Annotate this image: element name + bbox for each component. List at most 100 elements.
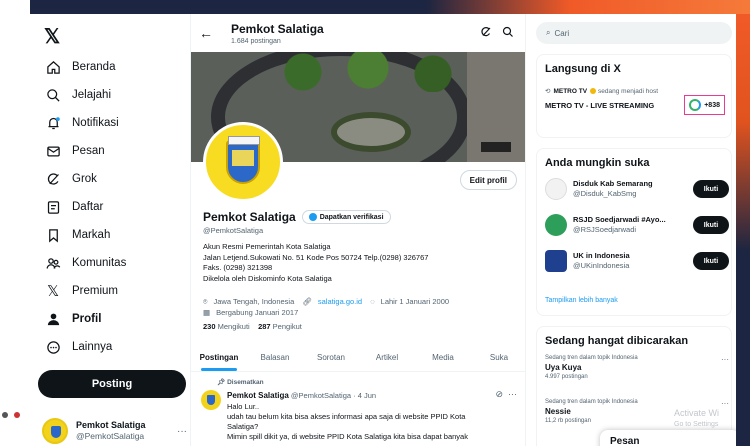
nav-label: Grok xyxy=(72,173,97,185)
more-icon[interactable]: ··· xyxy=(508,389,517,399)
grok-icon[interactable]: ⊘ xyxy=(495,389,503,399)
nav-item-pesan[interactable]: Pesan xyxy=(44,140,105,162)
get-verified-button[interactable]: Dapatkan verifikasi xyxy=(301,210,391,224)
bell-icon xyxy=(44,114,62,132)
post-meta: @PemkotSalatiga · 4 Jun xyxy=(290,391,377,400)
more-circle-icon xyxy=(44,338,62,356)
people-icon xyxy=(44,254,62,272)
bio-line: Akun Resmi Pemerintah Kota Salatiga xyxy=(203,242,331,251)
nav-item-profil[interactable]: Profil xyxy=(44,308,101,330)
post-line: Halo Lur.. xyxy=(227,402,260,411)
trends-card-title: Sedang hangat dibicarakan xyxy=(545,335,689,347)
nav-item-komunitas[interactable]: Komunitas xyxy=(44,252,126,274)
grok-icon[interactable] xyxy=(479,25,493,39)
profile-handle: @PemkotSalatiga xyxy=(203,226,264,235)
person-icon xyxy=(44,310,62,328)
page-title: Pemkot Salatiga xyxy=(231,22,324,36)
account-switcher[interactable]: Pemkot Salatiga @PemkotSalatiga ··· xyxy=(42,416,187,446)
tab-postingan[interactable]: Postingan xyxy=(191,344,247,371)
live-stream-title[interactable]: METRO TV - LIVE STREAMING xyxy=(545,101,654,110)
follow-button[interactable]: Ikuti xyxy=(693,252,729,270)
location-icon: ⌾ xyxy=(203,297,208,306)
post-line: udah tau belum kita bisa akses informasi… xyxy=(227,412,466,421)
post-line: Mimin spill dikit ya, di website PPID Ko… xyxy=(227,432,468,441)
avatar xyxy=(42,418,68,444)
post-actions: ⊘ ··· xyxy=(495,389,517,400)
followers-count: 287 xyxy=(258,322,271,331)
profile-joined: Bergabung Januari 2017 xyxy=(216,308,299,317)
live-card: Langsung di X ⟲ METRO TV sedang menjadi … xyxy=(536,54,732,138)
tab-suka[interactable]: Suka xyxy=(471,344,525,371)
profile-name-row: Pemkot Salatiga Dapatkan verifikasi xyxy=(203,210,391,224)
nav-item-daftar[interactable]: Daftar xyxy=(44,196,103,218)
bio-line: Faks. (0298) 321398 xyxy=(203,263,273,272)
back-arrow-icon[interactable]: ← xyxy=(199,25,213,41)
x-logo-icon[interactable]: 𝕏 xyxy=(44,24,60,49)
edit-profile-button[interactable]: Edit profil xyxy=(459,170,517,190)
tab-balasan[interactable]: Balasan xyxy=(247,344,303,371)
avatar[interactable] xyxy=(201,390,221,410)
nav-item-grok[interactable]: Grok xyxy=(44,168,97,190)
more-icon[interactable]: ··· xyxy=(721,399,729,408)
nav-label: Komunitas xyxy=(72,257,127,269)
x-logo-icon: 𝕏 xyxy=(46,283,60,300)
link-icon: 🔗︎ xyxy=(302,297,312,306)
follow-button[interactable]: Ikuti xyxy=(693,180,729,198)
trend-context: Sedang tren dalam topik Indonesia xyxy=(545,399,638,405)
bookmark-icon xyxy=(44,226,62,244)
activate-line: Go to Settings xyxy=(674,421,719,428)
post-button[interactable]: Posting xyxy=(38,370,186,398)
who-to-follow-card: Anda mungkin suka Disduk Kab Semarang @Di… xyxy=(536,148,732,316)
nav-label: Lainnya xyxy=(72,341,113,353)
pinned-label: 📌︎ Disematkan xyxy=(217,378,264,386)
suggestion-item[interactable]: UK in Indonesia @UKinIndonesia Ikuti xyxy=(545,245,729,277)
followers-link[interactable]: 287 Pengikut xyxy=(258,322,302,331)
suggestion-item[interactable]: Disduk Kab Semarang @Disduk_KabSmg Ikuti xyxy=(545,173,729,205)
follow-button[interactable]: Ikuti xyxy=(693,216,729,234)
more-icon[interactable]: ··· xyxy=(177,426,187,437)
search-icon[interactable] xyxy=(501,25,515,39)
tab-sorotan[interactable]: Sorotan xyxy=(303,344,359,371)
profile-name: Pemkot Salatiga xyxy=(203,210,296,224)
avatar xyxy=(545,214,567,236)
show-more-link[interactable]: Tampilkan lebih banyak xyxy=(545,297,618,304)
live-count-value: +838 xyxy=(704,101,720,109)
tab-artikel[interactable]: Artikel xyxy=(359,344,415,371)
messages-drawer[interactable]: Pesan xyxy=(600,430,736,446)
nav-label: Premium xyxy=(72,285,119,297)
outer-frame-right xyxy=(736,14,750,446)
live-host-name: METRO TV xyxy=(553,87,588,95)
nav-item-premium[interactable]: 𝕏 Premium xyxy=(44,280,118,302)
bio-line: Jalan Letjend.Sukowati No. 51 Kode Pos 5… xyxy=(203,252,429,262)
nav-label: Pesan xyxy=(72,145,105,157)
outer-frame-icons xyxy=(0,405,30,425)
search-input[interactable]: ⌕ Cari xyxy=(536,22,732,44)
profile-column: ← Pemkot Salatiga 1.684 postingan Edit p… xyxy=(190,14,526,446)
more-icon[interactable]: ··· xyxy=(721,355,729,364)
verify-label: Dapatkan verifikasi xyxy=(319,213,384,221)
pin-icon: 📌︎ xyxy=(217,379,226,386)
post-author[interactable]: Pemkot Salatiga xyxy=(227,391,289,400)
tab-media[interactable]: Media xyxy=(415,344,471,371)
nav-item-beranda[interactable]: Beranda xyxy=(44,56,115,78)
profile-bio: Akun Resmi Pemerintah Kota Salatiga Jala… xyxy=(203,242,503,284)
trend-item[interactable]: Sedang tren dalam topik Indonesia Uya Ku… xyxy=(545,355,729,380)
nav-label: Beranda xyxy=(72,61,116,73)
live-signal-icon: ⟲ xyxy=(545,88,551,95)
live-listener-count[interactable]: +838 xyxy=(684,95,725,115)
nav-item-markah[interactable]: Markah xyxy=(44,224,110,246)
right-sidebar: ⌕ Cari Langsung di X ⟲ METRO TV sedang m… xyxy=(526,14,736,446)
profile-meta: ⌾ Jawa Tengah, Indonesia 🔗︎ salatiga.go.id… xyxy=(203,296,523,318)
nav-label: Daftar xyxy=(72,201,104,213)
nav-label: Profil xyxy=(72,313,102,325)
nav-item-lainnya[interactable]: Lainnya xyxy=(44,336,112,358)
pinned-post[interactable]: 📌︎ Disematkan Pemkot Salatiga @PemkotSal… xyxy=(191,374,525,446)
profile-avatar[interactable] xyxy=(203,122,283,202)
nav-item-jelajahi[interactable]: Jelajahi xyxy=(44,84,111,106)
x-profile-screen: 𝕏 Beranda Jelajahi Notifikasi Pesan Grok… xyxy=(30,14,736,446)
nav-item-notifikasi[interactable]: Notifikasi xyxy=(44,112,119,134)
profile-website-link[interactable]: salatiga.go.id xyxy=(318,297,362,306)
suggestion-item[interactable]: RSJD Soedjarwadi #Ayo... @RSJSoedjarwadi … xyxy=(545,209,729,241)
following-link[interactable]: 230 Mengikuti xyxy=(203,322,250,331)
salatiga-emblem xyxy=(226,136,260,184)
